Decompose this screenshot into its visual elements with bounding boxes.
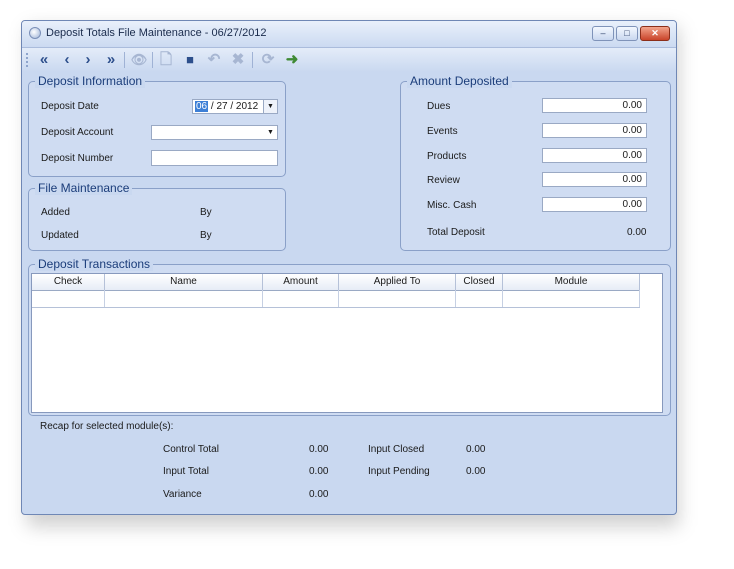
deposit-number-label: Deposit Number <box>41 153 114 164</box>
total-deposit-value: 0.00 <box>627 227 647 238</box>
table-row[interactable] <box>32 290 640 308</box>
toolbar: « ‹ › » 👁 🗋 ■ ↶ ✖ ⟳ ➜ <box>22 48 676 72</box>
updated-by-label: By <box>200 230 212 241</box>
column-header-module[interactable]: Module <box>503 274 640 290</box>
deposit-date-month[interactable]: 06 <box>195 101 209 112</box>
variance-value: 0.00 <box>309 489 329 500</box>
title-bar[interactable]: Deposit Totals File Maintenance - 06/27/… <box>22 21 676 48</box>
control-total-label: Control Total <box>163 444 219 455</box>
dues-label: Dues <box>427 101 451 112</box>
closed-cell[interactable] <box>456 290 503 307</box>
review-label: Review <box>427 175 460 186</box>
file-maintenance-legend: File Maintenance <box>35 181 133 195</box>
last-record-icon[interactable]: » <box>101 50 121 70</box>
calendar-dropdown-icon[interactable]: ▼ <box>263 100 277 113</box>
undo-icon[interactable]: ↶ <box>204 50 224 70</box>
products-input[interactable]: 0.00 <box>542 148 647 163</box>
control-total-value: 0.00 <box>309 444 329 455</box>
first-record-icon[interactable]: « <box>34 50 54 70</box>
input-total-value: 0.00 <box>309 466 329 477</box>
deposit-totals-window: Deposit Totals File Maintenance - 06/27/… <box>21 20 677 515</box>
input-total-label: Input Total <box>163 466 209 477</box>
file-maintenance-group: File Maintenance Added By Updated By <box>28 181 286 251</box>
restore-button[interactable]: □ <box>616 26 638 41</box>
input-pending-value: 0.00 <box>466 466 486 477</box>
module-cell[interactable] <box>503 290 640 307</box>
events-input[interactable]: 0.00 <box>542 123 647 138</box>
deposit-number-input[interactable] <box>151 150 278 166</box>
toolbar-separator <box>252 52 253 68</box>
amount-cell[interactable] <box>263 290 339 307</box>
dues-input[interactable]: 0.00 <box>542 98 647 113</box>
exit-icon[interactable]: ➜ <box>282 50 302 70</box>
new-icon[interactable]: 🗋 <box>156 50 176 70</box>
review-input[interactable]: 0.00 <box>542 172 647 187</box>
amount-deposited-legend: Amount Deposited <box>407 74 512 88</box>
added-label: Added <box>41 207 70 218</box>
deposit-account-select[interactable]: ▼ <box>151 125 278 140</box>
deposit-date-day-year[interactable]: / 27 / 2012 <box>208 101 258 112</box>
toolbar-separator <box>124 52 125 68</box>
misc-cash-label: Misc. Cash <box>427 200 477 211</box>
toolbar-grip[interactable] <box>26 53 30 67</box>
view-icon[interactable]: 👁 <box>129 50 149 70</box>
input-closed-label: Input Closed <box>368 444 425 455</box>
misc-cash-input[interactable]: 0.00 <box>542 197 647 212</box>
refresh-icon[interactable]: ⟳ <box>258 50 278 70</box>
applied-to-cell[interactable] <box>339 290 456 307</box>
window-controls: – □ ✕ <box>592 26 670 41</box>
added-by-label: By <box>200 207 212 218</box>
deposit-date-field[interactable]: 06 / 27 / 2012 ▼ <box>192 99 278 114</box>
column-header-amount[interactable]: Amount <box>263 274 339 290</box>
deposit-date-label: Deposit Date <box>41 101 99 112</box>
window-title: Deposit Totals File Maintenance - 06/27/… <box>46 27 267 39</box>
app-icon <box>29 27 41 39</box>
column-header-applied-to[interactable]: Applied To <box>339 274 456 290</box>
total-deposit-label: Total Deposit <box>427 227 485 238</box>
deposit-transactions-legend: Deposit Transactions <box>35 257 154 271</box>
column-header-name[interactable]: Name <box>105 274 263 290</box>
minimize-button[interactable]: – <box>592 26 614 41</box>
input-pending-label: Input Pending <box>368 466 430 477</box>
variance-label: Variance <box>163 489 202 500</box>
recap-heading: Recap for selected module(s): <box>40 421 174 432</box>
previous-record-icon[interactable]: ‹ <box>57 50 77 70</box>
toolbar-separator <box>152 52 153 68</box>
updated-label: Updated <box>41 230 79 241</box>
check-cell[interactable] <box>32 290 105 307</box>
deposit-account-label: Deposit Account <box>41 127 114 138</box>
chevron-down-icon[interactable]: ▼ <box>264 126 277 139</box>
close-button[interactable]: ✕ <box>640 26 670 41</box>
input-closed-value: 0.00 <box>466 444 486 455</box>
next-record-icon[interactable]: › <box>78 50 98 70</box>
save-icon[interactable]: ■ <box>180 50 200 70</box>
products-label: Products <box>427 151 467 162</box>
transactions-grid[interactable]: Check Name Amount Applied To Closed Modu… <box>31 273 663 413</box>
delete-icon[interactable]: ✖ <box>228 50 248 70</box>
column-header-closed[interactable]: Closed <box>456 274 503 290</box>
name-cell[interactable] <box>105 290 263 307</box>
deposit-information-group: Deposit Information Deposit Date 06 / 27… <box>28 74 286 177</box>
events-label: Events <box>427 126 458 137</box>
amount-deposited-group: Amount Deposited Dues 0.00 Events 0.00 P… <box>400 74 671 251</box>
deposit-information-legend: Deposit Information <box>35 74 146 88</box>
grid-header: Check Name Amount Applied To Closed Modu… <box>32 274 640 291</box>
column-header-check[interactable]: Check <box>32 274 105 290</box>
